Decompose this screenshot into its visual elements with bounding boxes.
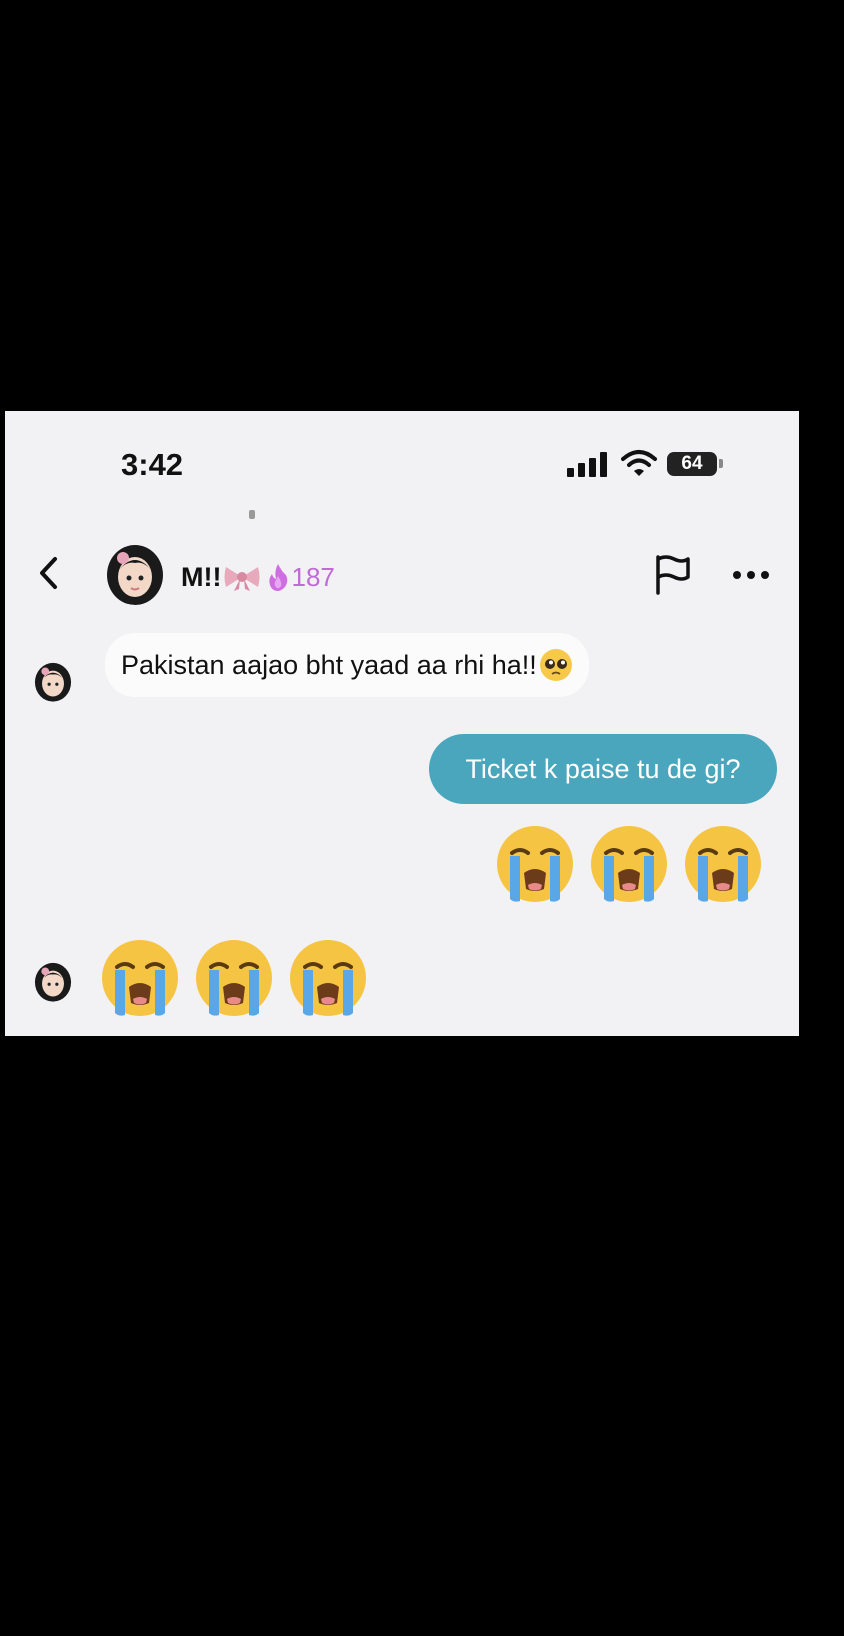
loudly-crying-face-emoji-icon xyxy=(591,826,667,902)
contact-name: M!! xyxy=(181,561,222,592)
pleading-face-emoji-icon xyxy=(539,649,572,681)
outgoing-message-bubble[interactable]: Ticket k paise tu de gi? xyxy=(429,734,777,804)
back-chevron-icon[interactable] xyxy=(31,551,67,595)
camera-dot xyxy=(249,510,255,519)
incoming-emoji-message[interactable] xyxy=(99,937,369,1019)
battery-level: 64 xyxy=(667,452,717,476)
message-avatar xyxy=(33,659,73,703)
loudly-crying-face-emoji-icon xyxy=(290,940,366,1016)
streak-count: 187 xyxy=(291,561,335,592)
incoming-message-bubble[interactable]: Pakistan aajao bht yaad aa rhi ha!! xyxy=(105,633,589,697)
more-options-icon[interactable] xyxy=(730,555,772,595)
fire-streak-icon xyxy=(269,564,288,591)
status-time: 3:42 xyxy=(121,447,184,482)
cellular-signal-icon xyxy=(567,451,611,477)
contact-avatar[interactable] xyxy=(104,541,166,605)
status-icons: 64 xyxy=(567,450,737,481)
bow-emoji-icon xyxy=(224,567,260,591)
loudly-crying-face-emoji-icon xyxy=(102,940,178,1016)
message-text: Ticket k paise tu de gi? xyxy=(465,753,741,784)
chat-screen: 3:42 64 M!! 187 Pakistan aajao bht yaad … xyxy=(5,411,799,1036)
message-avatar xyxy=(33,959,73,1003)
flag-report-icon[interactable] xyxy=(650,553,692,595)
loudly-crying-face-emoji-icon xyxy=(196,940,272,1016)
battery-nub xyxy=(719,459,723,468)
contact-title[interactable]: M!! 187 xyxy=(181,557,335,597)
loudly-crying-face-emoji-icon xyxy=(685,826,761,902)
outgoing-emoji-message[interactable] xyxy=(494,823,764,905)
wifi-icon xyxy=(621,450,657,476)
loudly-crying-face-emoji-icon xyxy=(497,826,573,902)
message-text: Pakistan aajao bht yaad aa rhi ha!! xyxy=(121,649,537,680)
